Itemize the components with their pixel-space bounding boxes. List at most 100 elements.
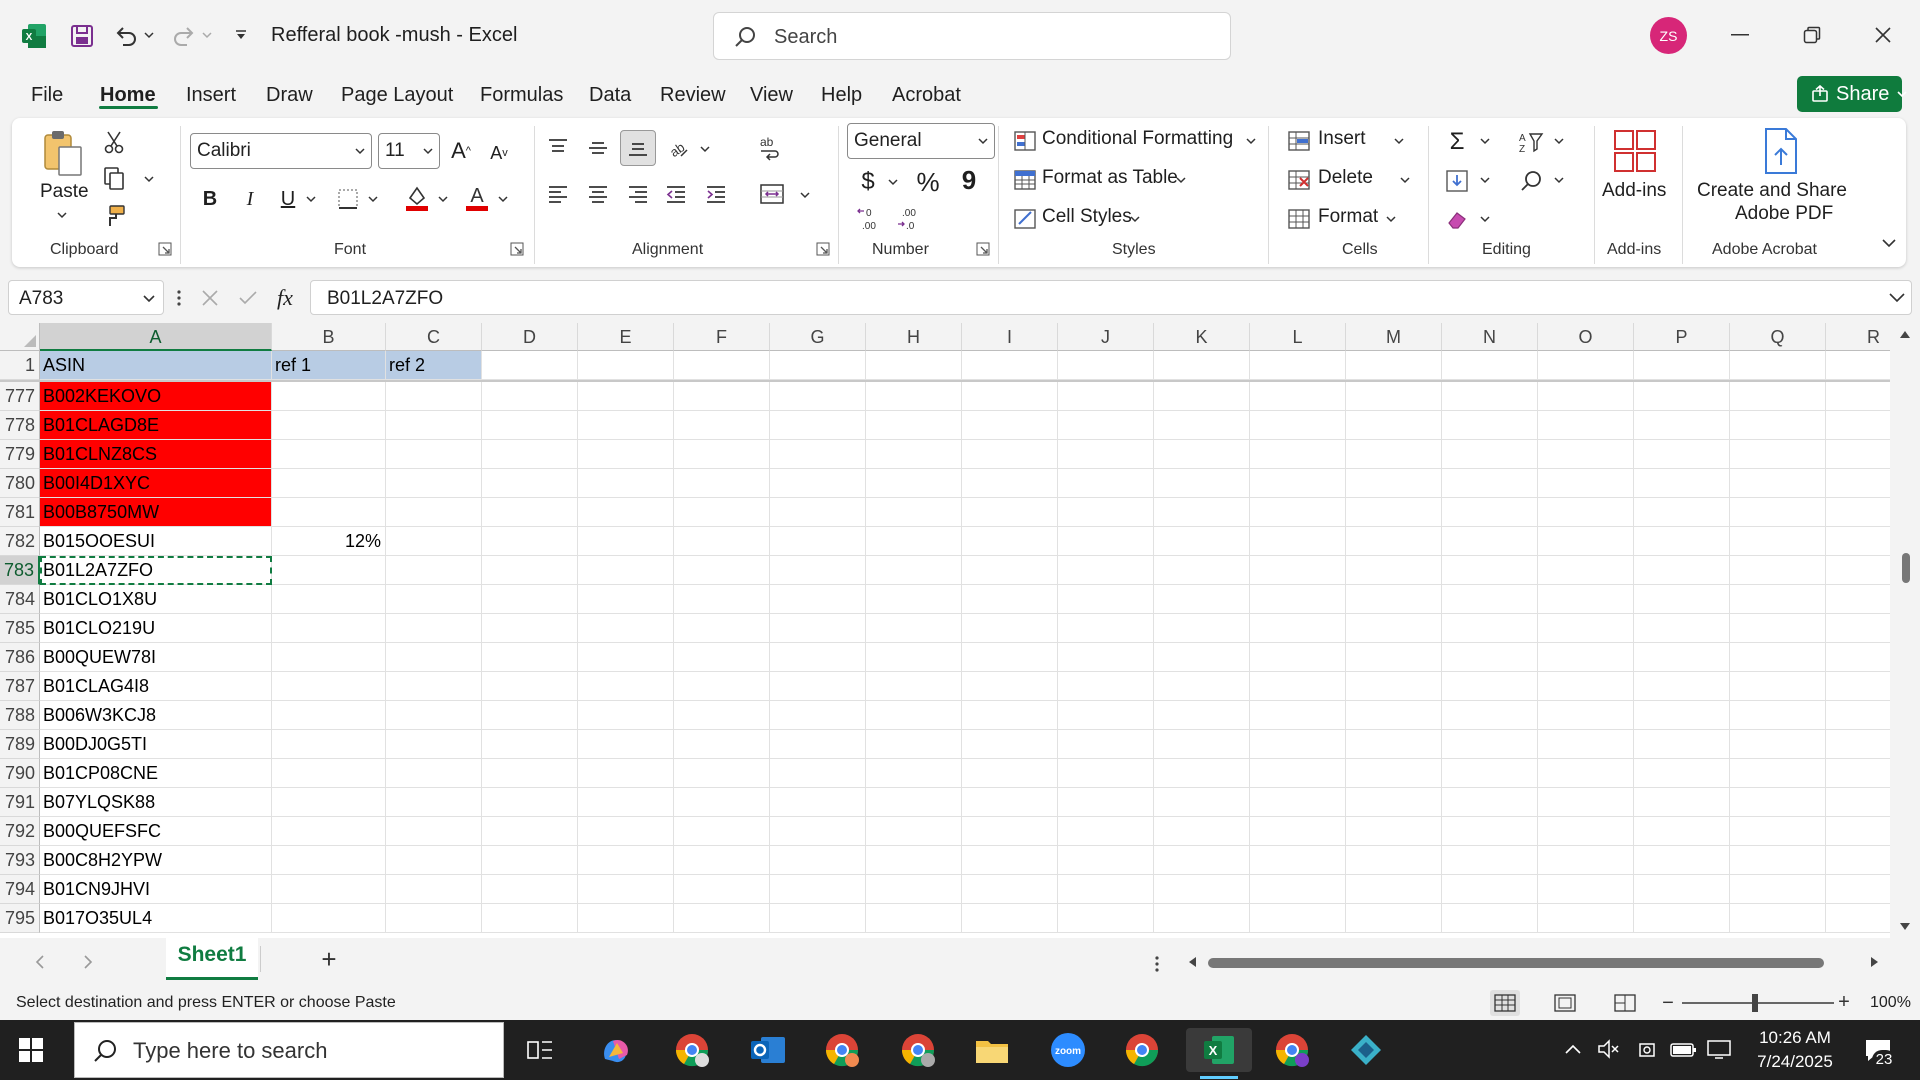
grid-cell[interactable] — [1058, 440, 1154, 469]
grid-cell[interactable] — [1250, 556, 1346, 585]
windows-start-icon[interactable] — [12, 1032, 50, 1068]
grid-cell[interactable] — [1250, 585, 1346, 614]
asin-cell[interactable]: B01CLO219U — [40, 614, 272, 643]
align-middle-icon[interactable] — [582, 132, 614, 164]
row-header[interactable]: 777 — [0, 382, 40, 411]
grid-cell[interactable] — [674, 527, 770, 556]
grid-cell[interactable] — [482, 643, 578, 672]
redo-icon[interactable] — [170, 22, 198, 50]
font-size-select[interactable]: 11 — [378, 133, 440, 169]
zoom-level[interactable]: 100% — [1870, 994, 1911, 1012]
grid-cell[interactable] — [578, 904, 674, 933]
grid-cell[interactable] — [674, 585, 770, 614]
ref1-cell[interactable] — [272, 440, 386, 469]
column-header-d[interactable]: D — [482, 323, 578, 351]
column-header-b[interactable]: B — [272, 323, 386, 351]
increase-font-size-icon[interactable]: A ^ — [446, 136, 476, 166]
grid-cell[interactable] — [1250, 614, 1346, 643]
grid-cell[interactable] — [482, 759, 578, 788]
grid-cell[interactable] — [386, 759, 482, 788]
grid-cell[interactable] — [482, 875, 578, 904]
tab-home[interactable]: Home — [100, 84, 156, 107]
header-cell-asin[interactable]: ASIN — [40, 351, 272, 380]
undo-dropdown-icon[interactable] — [142, 28, 156, 42]
cell-styles-label[interactable]: Cell Styles — [1042, 206, 1132, 228]
grid-cell[interactable] — [1154, 585, 1250, 614]
delete-cells-label[interactable]: Delete — [1318, 167, 1373, 189]
avatar[interactable]: ZS — [1650, 17, 1687, 54]
grid-cell[interactable] — [1250, 759, 1346, 788]
search-box[interactable]: Search — [713, 12, 1231, 60]
vertical-scroll-thumb[interactable] — [1902, 553, 1910, 583]
grid-cell[interactable] — [1730, 527, 1826, 556]
asin-cell[interactable]: B00DJ0G5TI — [40, 730, 272, 759]
grid-cell[interactable] — [386, 440, 482, 469]
paste-dropdown-icon[interactable] — [55, 208, 69, 222]
currency-button[interactable]: $ — [856, 166, 880, 198]
grid-cell[interactable] — [1634, 846, 1730, 875]
merge-center-icon[interactable] — [756, 178, 788, 210]
grid-cell[interactable] — [1250, 672, 1346, 701]
grid-cell[interactable] — [578, 875, 674, 904]
column-header-i[interactable]: I — [962, 323, 1058, 351]
grid-cell[interactable] — [866, 759, 962, 788]
confirm-entry-icon[interactable] — [236, 286, 260, 310]
grid-cell[interactable] — [962, 556, 1058, 585]
tab-view[interactable]: View — [750, 84, 793, 107]
chevron-down-icon[interactable] — [1392, 134, 1406, 148]
grid-cell[interactable] — [1634, 759, 1730, 788]
column-header-r[interactable]: R — [1826, 323, 1890, 351]
grid-cell[interactable] — [386, 382, 482, 411]
grid-cell[interactable] — [1154, 730, 1250, 759]
grid-cell[interactable] — [866, 382, 962, 411]
ref1-cell[interactable] — [272, 817, 386, 846]
save-icon[interactable] — [68, 22, 96, 50]
grid-cell[interactable] — [1250, 875, 1346, 904]
zoom-in-icon[interactable]: + — [1834, 991, 1854, 1013]
grid-cell[interactable] — [1538, 351, 1634, 380]
grid-cell[interactable] — [1346, 527, 1442, 556]
grid-cell[interactable] — [1538, 614, 1634, 643]
grid-cell[interactable] — [482, 614, 578, 643]
grid-cell[interactable] — [866, 585, 962, 614]
spreadsheet-grid[interactable]: ABCDEFGHIJKLMNOPQR 1 ASIN ref 1 ref 2 777 B00… — [0, 323, 1890, 938]
grid-cell[interactable] — [1442, 585, 1538, 614]
currency-dropdown-icon[interactable] — [886, 175, 900, 189]
tab-acrobat[interactable]: Acrobat — [892, 84, 961, 107]
grid-cell[interactable] — [866, 701, 962, 730]
grid-cell[interactable] — [578, 411, 674, 440]
grid-cell[interactable] — [1058, 498, 1154, 527]
grid-cell[interactable] — [578, 846, 674, 875]
grid-cell[interactable] — [1346, 469, 1442, 498]
grid-cell[interactable] — [674, 440, 770, 469]
grid-cell[interactable] — [1634, 672, 1730, 701]
grid-cell[interactable] — [962, 585, 1058, 614]
ref1-cell[interactable] — [272, 643, 386, 672]
ref1-cell[interactable] — [272, 846, 386, 875]
copy-icon[interactable] — [100, 164, 128, 192]
align-right-icon[interactable] — [622, 178, 654, 210]
grid-cell[interactable] — [866, 469, 962, 498]
grid-cell[interactable] — [770, 498, 866, 527]
grid-cell[interactable] — [578, 498, 674, 527]
font-launcher-icon[interactable] — [510, 242, 524, 256]
tab-insert[interactable]: Insert — [186, 84, 236, 107]
grid-cell[interactable] — [1634, 730, 1730, 759]
grid-cell[interactable] — [1826, 585, 1890, 614]
close-icon[interactable] — [1868, 20, 1898, 50]
grid-cell[interactable] — [1442, 788, 1538, 817]
grid-cell[interactable] — [578, 759, 674, 788]
grid-cell[interactable] — [1154, 875, 1250, 904]
grid-cell[interactable] — [1634, 875, 1730, 904]
fill-color-dropdown-icon[interactable] — [436, 192, 450, 206]
grid-cell[interactable] — [482, 846, 578, 875]
grid-cell[interactable] — [1154, 527, 1250, 556]
grid-cell[interactable] — [1442, 411, 1538, 440]
number-launcher-icon[interactable] — [976, 242, 990, 256]
grid-cell[interactable] — [962, 643, 1058, 672]
grid-cell[interactable] — [482, 469, 578, 498]
grid-cell[interactable] — [1634, 498, 1730, 527]
row-header[interactable]: 788 — [0, 701, 40, 730]
grid-cell[interactable] — [1730, 788, 1826, 817]
ref1-cell[interactable] — [272, 730, 386, 759]
